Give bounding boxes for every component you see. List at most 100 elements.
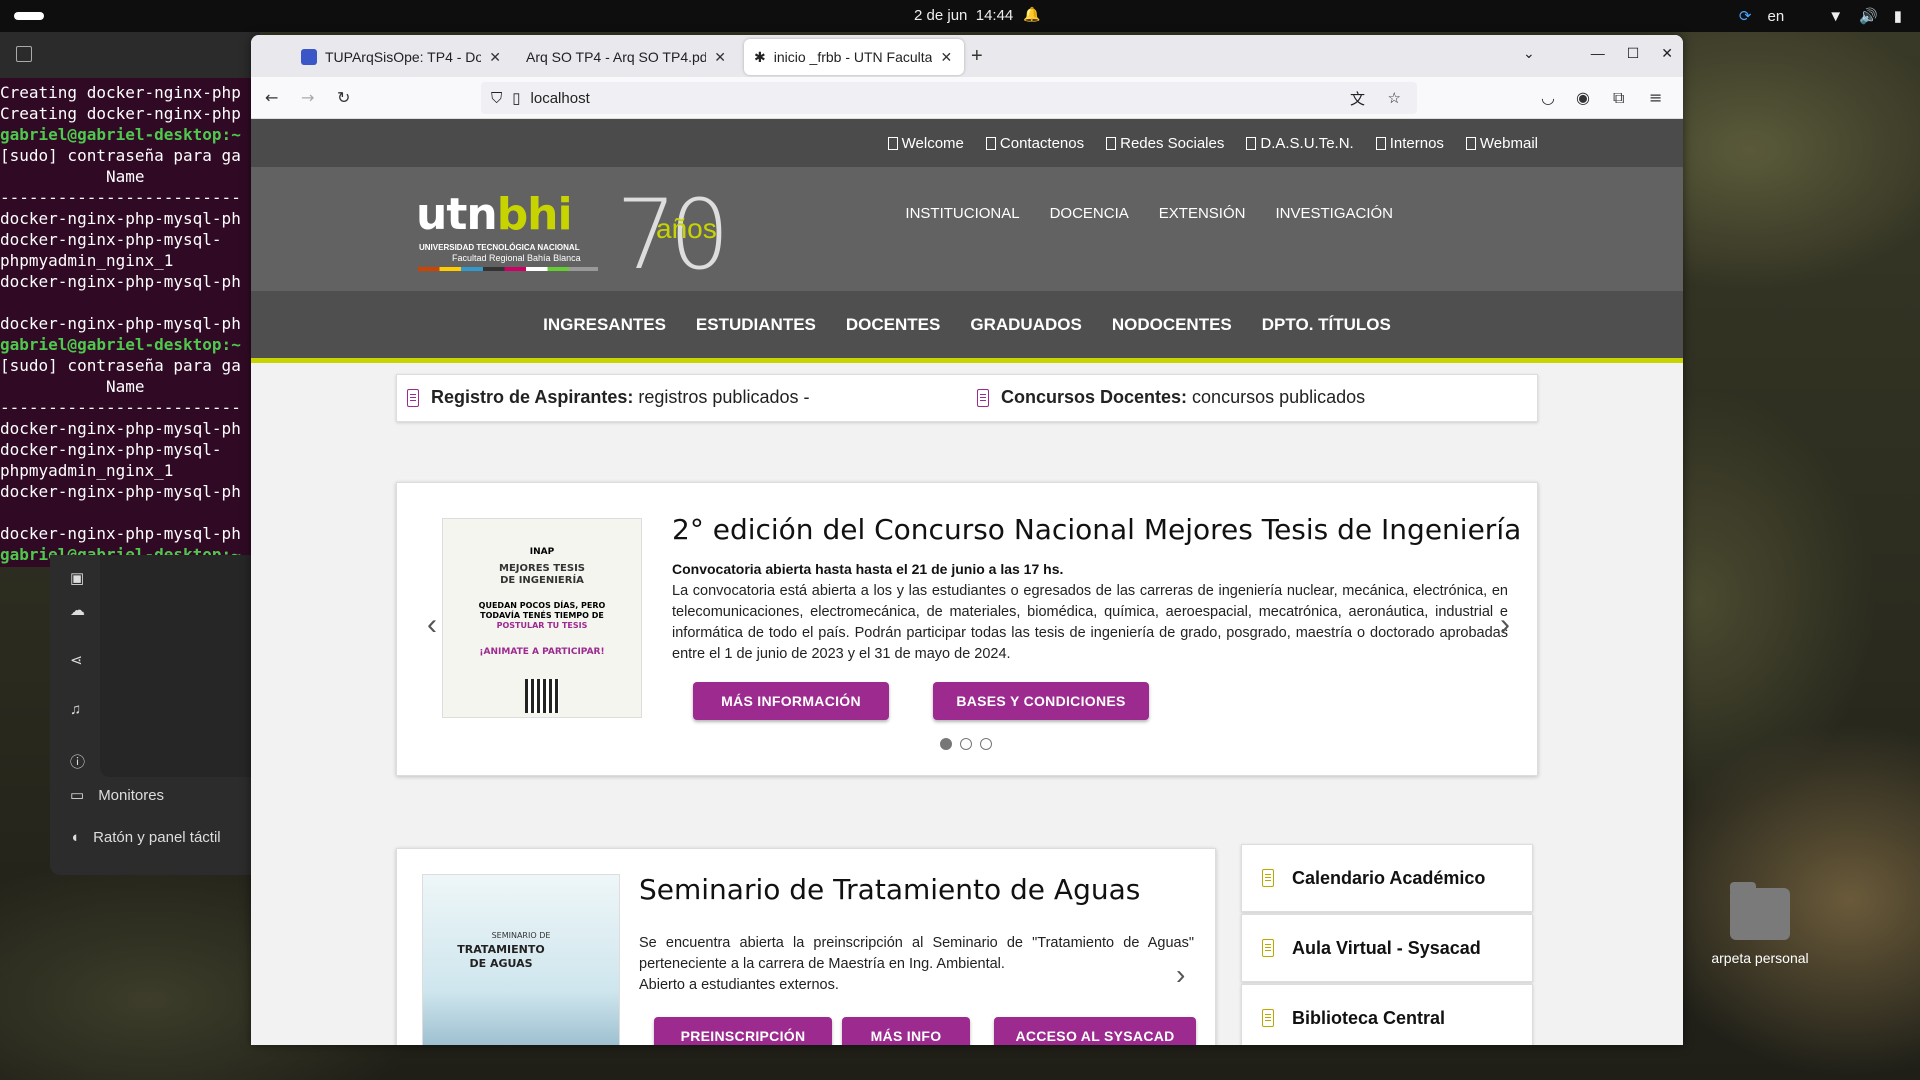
settings-window[interactable]: ▣ ☁ ⋖ ♫ ⓘ ▭ Monitores ◖ Ratón y panel táct… xyxy=(50,555,260,875)
slide-subtitle: Convocatoria abierta hasta hasta el 21 d… xyxy=(672,561,1064,577)
category-nav-item-5[interactable]: DPTO. TÍTULOS xyxy=(1262,315,1391,335)
system-tray[interactable]: ⟳ en ▼ 🔊 ▮ xyxy=(1739,0,1920,32)
terminal-line: ------------------------- xyxy=(0,188,241,207)
ticker-item-registro[interactable]: Registro de Aspirantes: registros public… xyxy=(407,387,809,408)
slide-title[interactable]: 2° edición del Concurso Nacional Mejores… xyxy=(672,513,1521,546)
home-folder-icon xyxy=(1730,882,1790,940)
close-tab-icon[interactable]: ✕ xyxy=(940,49,952,66)
preinscription-button[interactable]: PREINSCRIPCIÓN xyxy=(654,1017,832,1045)
main-menu-item-2[interactable]: EXTENSIÓN xyxy=(1159,205,1246,222)
top-link-5[interactable]: Webmail xyxy=(1465,135,1538,152)
top-link-4[interactable]: Internos xyxy=(1375,135,1444,152)
extensions-icon[interactable]: ⧉ xyxy=(1613,88,1624,108)
news-title[interactable]: Seminario de Tratamiento de Aguas xyxy=(639,873,1140,906)
menu-icon[interactable]: ≡ xyxy=(1649,88,1662,107)
top-link-2[interactable]: Redes Sociales xyxy=(1106,135,1224,152)
music-icon: ♫ xyxy=(70,701,82,718)
top-link-1[interactable]: Contactenos xyxy=(985,135,1084,152)
tab-arq-so-pdf[interactable]: Arq SO TP4 - Arq SO TP4.pdf ✕ xyxy=(516,39,736,75)
terminal-window[interactable]: Creating docker-nginx-php Creating docker… xyxy=(0,32,260,567)
terminal-line: Name xyxy=(0,167,145,186)
category-nav-item-1[interactable]: ESTUDIANTES xyxy=(696,315,816,335)
category-nav-item-3[interactable]: GRADUADOS xyxy=(970,315,1081,335)
quick-link-biblioteca[interactable]: Biblioteca Central xyxy=(1241,984,1533,1045)
sidebar-item-monitores[interactable]: ▭ Monitores xyxy=(70,786,164,805)
top-link-0[interactable]: Welcome xyxy=(887,135,964,152)
close-tab-icon[interactable]: ✕ xyxy=(714,49,726,66)
translate-icon[interactable]: 文 xyxy=(1350,88,1365,109)
pocket-icon[interactable]: ◡ xyxy=(1541,88,1555,107)
sysacad-access-button[interactable]: ACCESO AL SYSACAD xyxy=(994,1017,1196,1045)
moodle-icon xyxy=(301,49,317,65)
system-topbar: 2 de jun 14:44 🔔 ⟳ en ▼ 🔊 ▮ xyxy=(0,0,1920,32)
mouse-icon: ◖ xyxy=(70,829,80,846)
news-more-info-button[interactable]: MÁS INFO xyxy=(842,1017,970,1045)
minimize-button[interactable]: — xyxy=(1591,45,1605,62)
quick-link-aula-virtual[interactable]: Aula Virtual - Sysacad xyxy=(1241,914,1533,982)
keyboard-language[interactable]: en xyxy=(1768,8,1785,25)
window-controls: — ☐ ✕ xyxy=(1591,45,1673,62)
quick-link-calendario[interactable]: Calendario Académico xyxy=(1241,844,1533,912)
terminal-line: ------------------------- xyxy=(0,398,241,417)
page-icon xyxy=(1106,136,1117,150)
close-tab-icon[interactable]: ✕ xyxy=(489,49,501,66)
volume-icon: 🔊 xyxy=(1859,8,1878,25)
tab-list-icon[interactable]: ⌄ xyxy=(1523,45,1535,62)
terminal-line: Creating docker-nginx-php xyxy=(0,83,241,102)
clock[interactable]: 2 de jun 14:44 xyxy=(914,7,1013,24)
ticker-item-concursos[interactable]: Concursos Docentes: concursos publicados xyxy=(977,387,1365,408)
reload-icon[interactable]: ↻ xyxy=(337,88,350,107)
document-icon xyxy=(1262,1009,1274,1027)
category-nav-item-4[interactable]: NODOCENTES xyxy=(1112,315,1232,335)
main-menu-item-1[interactable]: DOCENCIA xyxy=(1050,205,1129,222)
main-menu: INSTITUCIONAL DOCENCIA EXTENSIÓN INVESTIGAC… xyxy=(905,205,1393,222)
top-link-3[interactable]: D.A.S.U.Te.N. xyxy=(1246,135,1354,152)
terminal-line: Name xyxy=(0,377,145,396)
desktop-folder-home[interactable]: arpeta personal xyxy=(1690,882,1830,966)
next-slide-icon[interactable]: › xyxy=(1500,608,1510,642)
bookmark-star-icon[interactable]: ☆ xyxy=(1388,89,1401,107)
url-text[interactable]: localhost xyxy=(531,90,590,107)
cloud-icon: ☁ xyxy=(70,602,85,619)
activities-button[interactable] xyxy=(14,12,44,20)
sidebar-item-raton[interactable]: ◖ Ratón y panel táctil xyxy=(70,829,221,846)
terminal-line: docker-nginx-php-mysql- xyxy=(0,230,222,249)
main-menu-item-3[interactable]: INVESTIGACIÓN xyxy=(1275,205,1393,222)
slide-dot-1[interactable] xyxy=(940,738,952,750)
new-tab-button[interactable]: + xyxy=(971,45,983,68)
new-tab-icon[interactable] xyxy=(16,46,32,62)
battery-icon: ▮ xyxy=(1893,8,1902,25)
tab-inicio-frbb[interactable]: ✱ inicio _frbb - UTN Faculta ✕ xyxy=(744,39,964,75)
nav-toolbar: ← → ↻ ⛉ ▯ localhost 文 ☆ ◡ ◉ ⧉ ≡ xyxy=(251,77,1683,119)
page-icon xyxy=(1246,136,1257,150)
forward-icon[interactable]: → xyxy=(301,88,314,107)
utn-favicon-icon: ✱ xyxy=(754,48,766,65)
document-icon xyxy=(977,388,989,407)
tab-tuparqsisope[interactable]: TUPArqSisOpe: TP4 - Doc ✕ xyxy=(291,39,511,75)
more-info-button[interactable]: MÁS INFORMACIÓN xyxy=(693,682,889,720)
wifi-icon: ▼ xyxy=(1828,7,1844,25)
shield-icon: ⛉ xyxy=(491,89,503,107)
terminal-line: docker-nginx-php-mysql-ph xyxy=(0,482,241,501)
slide-dot-3[interactable] xyxy=(980,738,992,750)
category-nav-item-2[interactable]: DOCENTES xyxy=(846,315,940,335)
main-menu-item-0[interactable]: INSTITUCIONAL xyxy=(905,205,1019,222)
terminal-line: docker-nginx-php-mysql-ph xyxy=(0,524,241,543)
next-news-icon[interactable]: › xyxy=(1176,959,1185,991)
address-bar[interactable]: ⛉ ▯ localhost 文 ☆ xyxy=(481,82,1417,114)
back-icon[interactable]: ← xyxy=(265,88,278,107)
prev-slide-icon[interactable]: ‹ xyxy=(427,608,437,642)
share-icon: ⋖ xyxy=(70,652,83,669)
category-nav-item-0[interactable]: INGRESANTES xyxy=(543,315,666,335)
terms-button[interactable]: BASES Y CONDICIONES xyxy=(933,682,1149,720)
terminal-line: docker-nginx-php-mysql- xyxy=(0,440,222,459)
maximize-button[interactable]: ☐ xyxy=(1627,45,1640,62)
terminal-line: [sudo] contraseña para ga xyxy=(0,356,241,375)
slide-dot-2[interactable] xyxy=(960,738,972,750)
featured-slider: INAP MEJORES TESIS DE INGENIERÍA QUEDAN … xyxy=(396,482,1538,776)
page-icon xyxy=(1465,136,1476,150)
close-window-button[interactable]: ✕ xyxy=(1661,45,1673,62)
account-icon[interactable]: ◉ xyxy=(1576,88,1590,107)
browser-window[interactable]: TUPArqSisOpe: TP4 - Doc ✕ Arq SO TP4 - A… xyxy=(251,35,1683,1045)
